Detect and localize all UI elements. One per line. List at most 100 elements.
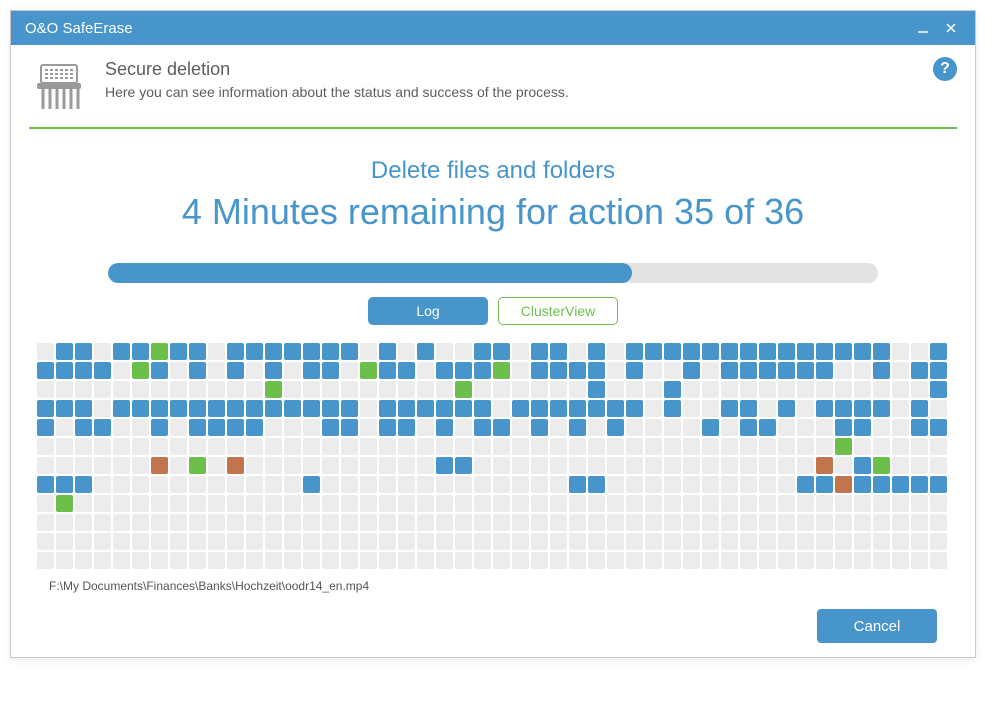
- cluster-cell: [75, 419, 92, 436]
- help-button[interactable]: ?: [933, 57, 957, 81]
- cluster-cell: [664, 438, 681, 455]
- cluster-cell: [645, 533, 662, 550]
- cluster-cell: [702, 419, 719, 436]
- cluster-cell: [531, 476, 548, 493]
- cluster-cell: [75, 495, 92, 512]
- cluster-cell: [664, 419, 681, 436]
- cluster-cell: [303, 438, 320, 455]
- cluster-cell: [208, 438, 225, 455]
- cluster-cell: [854, 552, 871, 569]
- cluster-cell: [740, 495, 757, 512]
- cluster-cell: [493, 362, 510, 379]
- cluster-cell: [474, 514, 491, 531]
- cancel-button[interactable]: Cancel: [817, 609, 937, 643]
- cluster-cell: [778, 476, 795, 493]
- cluster-cell: [854, 514, 871, 531]
- cluster-cell: [113, 495, 130, 512]
- cluster-cell: [303, 381, 320, 398]
- cluster-cell: [664, 400, 681, 417]
- cluster-cell: [284, 495, 301, 512]
- cluster-cell: [759, 419, 776, 436]
- cluster-cell: [835, 533, 852, 550]
- cluster-cell: [208, 362, 225, 379]
- cluster-cell: [436, 514, 453, 531]
- cluster-cell: [645, 343, 662, 360]
- cluster-cell: [645, 552, 662, 569]
- cluster-cell: [56, 514, 73, 531]
- cluster-cell: [626, 419, 643, 436]
- cluster-cell: [512, 381, 529, 398]
- cluster-cell: [379, 495, 396, 512]
- cluster-cell: [75, 400, 92, 417]
- tab-clusterview[interactable]: ClusterView: [498, 297, 618, 325]
- cluster-cell: [645, 476, 662, 493]
- cluster-cell: [265, 533, 282, 550]
- cluster-cell: [265, 419, 282, 436]
- cluster-cell: [550, 457, 567, 474]
- cluster-cell: [493, 343, 510, 360]
- cluster-cell: [550, 419, 567, 436]
- cluster-cell: [835, 438, 852, 455]
- cluster-cell: [816, 343, 833, 360]
- cluster-cell: [474, 533, 491, 550]
- cluster-cell: [740, 400, 757, 417]
- cluster-cell: [816, 495, 833, 512]
- cluster-cell: [531, 552, 548, 569]
- cluster-cell: [835, 495, 852, 512]
- close-button[interactable]: [937, 14, 965, 42]
- cluster-cell: [208, 457, 225, 474]
- cluster-cell: [569, 476, 586, 493]
- cluster-cell: [569, 362, 586, 379]
- cluster-cell: [284, 457, 301, 474]
- cluster-cell: [265, 514, 282, 531]
- cluster-cell: [588, 495, 605, 512]
- cluster-cell: [284, 381, 301, 398]
- cluster-cell: [702, 343, 719, 360]
- cluster-cell: [436, 400, 453, 417]
- cluster-cell: [132, 419, 149, 436]
- cluster-cell: [341, 343, 358, 360]
- cluster-cell: [417, 343, 434, 360]
- cluster-cell: [341, 514, 358, 531]
- cluster-cell: [569, 457, 586, 474]
- tab-log[interactable]: Log: [368, 297, 488, 325]
- cluster-cell: [284, 419, 301, 436]
- cluster-cell: [607, 495, 624, 512]
- cluster-cell: [265, 438, 282, 455]
- cluster-cell: [778, 343, 795, 360]
- minimize-button[interactable]: [909, 14, 937, 42]
- cluster-cell: [645, 362, 662, 379]
- cluster-cell: [740, 362, 757, 379]
- cluster-cell: [797, 495, 814, 512]
- cluster-cell: [398, 343, 415, 360]
- cluster-cell: [455, 552, 472, 569]
- cluster-cell: [246, 381, 263, 398]
- cluster-cell: [189, 476, 206, 493]
- cluster-cell: [189, 381, 206, 398]
- cluster-cell: [835, 457, 852, 474]
- cluster-cell: [721, 362, 738, 379]
- cluster-cell: [151, 343, 168, 360]
- cluster-cell: [512, 514, 529, 531]
- cluster-cell: [607, 438, 624, 455]
- cluster-cell: [341, 476, 358, 493]
- cluster-cell: [227, 438, 244, 455]
- cluster-cell: [227, 419, 244, 436]
- cluster-cell: [265, 343, 282, 360]
- cluster-cell: [626, 438, 643, 455]
- cluster-cell: [721, 381, 738, 398]
- cluster-cell: [759, 533, 776, 550]
- cluster-cell: [341, 419, 358, 436]
- cluster-cell: [531, 343, 548, 360]
- cluster-cell: [854, 533, 871, 550]
- cluster-cell: [531, 438, 548, 455]
- cluster-cell: [37, 362, 54, 379]
- cluster-cell: [151, 362, 168, 379]
- cluster-cell: [113, 381, 130, 398]
- cluster-cell: [56, 419, 73, 436]
- cluster-cell: [246, 552, 263, 569]
- cluster-cell: [56, 476, 73, 493]
- cluster-cell: [493, 438, 510, 455]
- cluster-cell: [417, 400, 434, 417]
- cluster-cell: [607, 457, 624, 474]
